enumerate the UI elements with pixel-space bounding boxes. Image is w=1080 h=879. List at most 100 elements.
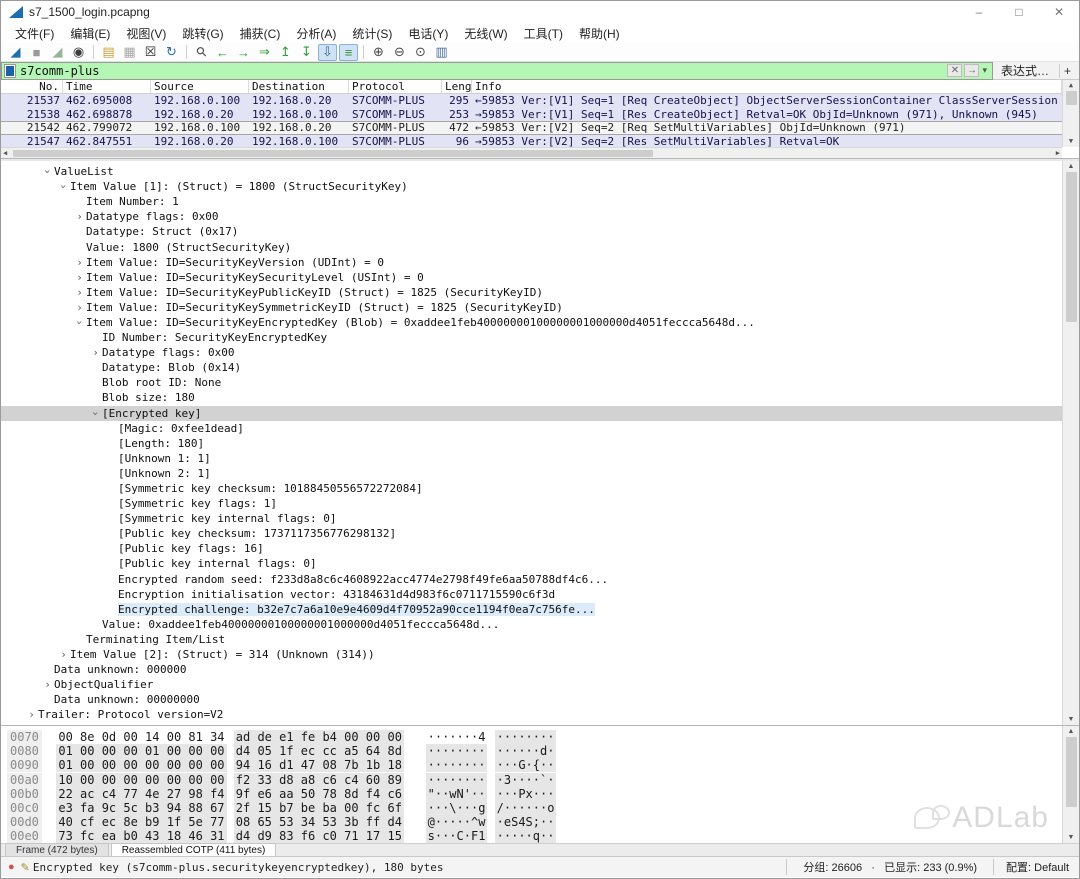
- packet-row[interactable]: 21537462.695008192.168.0.100192.168.0.20…: [1, 94, 1062, 108]
- byte-view-tab-0[interactable]: Frame (472 bytes): [5, 843, 109, 856]
- start-capture-icon[interactable]: ◢: [6, 44, 25, 61]
- collapse-arrow-icon[interactable]: ›: [41, 165, 54, 178]
- tree-item[interactable]: ›Item Value: ID=SecurityKeyPublicKeyID (…: [1, 285, 1062, 300]
- expand-arrow-icon[interactable]: ›: [73, 271, 86, 284]
- filter-apply-icon[interactable]: →: [964, 64, 979, 77]
- expand-arrow-icon[interactable]: ›: [41, 678, 54, 691]
- colorize-icon[interactable]: ≡: [339, 44, 358, 61]
- profile-indicator[interactable]: 配置: Default: [993, 859, 1079, 875]
- column-header-no[interactable]: No.: [1, 80, 63, 93]
- hex-row[interactable]: 00d0 40 cf ec 8e b9 1f 5e 77 08 65 53 34…: [7, 815, 556, 829]
- packet-list-vertical-scrollbar[interactable]: ▲ ▼: [1062, 80, 1079, 147]
- expression-button[interactable]: 表达式…: [993, 62, 1057, 79]
- save-file-icon[interactable]: ▦: [120, 44, 139, 61]
- menu-item-3[interactable]: 跳转(G): [174, 23, 231, 44]
- go-back-icon[interactable]: ←: [213, 44, 232, 61]
- tree-item[interactable]: Value: 1800 (StructSecurityKey): [1, 239, 1062, 254]
- column-header-info[interactable]: Info: [472, 80, 1062, 93]
- reload-file-icon[interactable]: ↻: [162, 44, 181, 61]
- menu-item-1[interactable]: 编辑(E): [62, 23, 118, 44]
- column-header-destination[interactable]: Destination: [249, 80, 349, 93]
- filter-dropdown-icon[interactable]: ▾: [982, 65, 987, 76]
- collapse-arrow-icon[interactable]: ›: [73, 316, 86, 329]
- capture-options-icon[interactable]: ◉: [69, 44, 88, 61]
- zoom-out-icon[interactable]: ⊖: [390, 44, 409, 61]
- capture-comment-icon[interactable]: ✎: [21, 861, 30, 874]
- tree-item[interactable]: [Symmetric key flags: 1]: [1, 496, 1062, 511]
- tree-item[interactable]: ›Item Value: ID=SecurityKeyEncryptedKey …: [1, 315, 1062, 330]
- hex-row[interactable]: 0080 01 00 00 00 01 00 00 00 d4 05 1f ec…: [7, 744, 556, 758]
- tree-item[interactable]: [Symmetric key internal flags: 0]: [1, 511, 1062, 526]
- filter-bookmark-icon[interactable]: [5, 65, 15, 77]
- expert-info-icon[interactable]: ●: [8, 861, 15, 873]
- maximize-button[interactable]: □: [999, 1, 1039, 23]
- tree-item[interactable]: ›Item Value: ID=SecurityKeySymmetricKeyI…: [1, 300, 1062, 315]
- menu-item-6[interactable]: 统计(S): [344, 23, 400, 44]
- tree-item[interactable]: ›Item Value [1]: (Struct) = 1800 (Struct…: [1, 179, 1062, 194]
- tree-item[interactable]: Blob size: 180: [1, 390, 1062, 405]
- detail-tree-scrollbar[interactable]: ▲ ▼: [1062, 161, 1079, 725]
- tree-item[interactable]: Datatype: Struct (0x17): [1, 224, 1062, 239]
- menu-item-0[interactable]: 文件(F): [7, 23, 62, 44]
- column-header-time[interactable]: Time: [63, 80, 151, 93]
- hex-row[interactable]: 0090 01 00 00 00 00 00 00 00 94 16 d1 47…: [7, 758, 556, 772]
- stop-capture-icon[interactable]: ■: [27, 44, 46, 61]
- menu-item-7[interactable]: 电话(Y): [400, 23, 456, 44]
- menu-item-5[interactable]: 分析(A): [288, 23, 344, 44]
- go-top-icon[interactable]: ↥: [276, 44, 295, 61]
- hex-row[interactable]: 0070 00 8e 0d 00 14 00 81 34 ad de e1 fe…: [7, 730, 556, 744]
- byte-view-tab-1[interactable]: Reassembled COTP (411 bytes): [111, 843, 277, 856]
- filter-clear-icon[interactable]: ✕: [947, 64, 962, 77]
- auto-scroll-icon[interactable]: ⇩: [318, 44, 337, 61]
- tree-item[interactable]: [Symmetric key checksum: 101884505565722…: [1, 481, 1062, 496]
- menu-item-8[interactable]: 无线(W): [456, 23, 515, 44]
- expand-arrow-icon[interactable]: ›: [25, 708, 38, 721]
- tree-item[interactable]: [Public key flags: 16]: [1, 541, 1062, 556]
- expand-arrow-icon[interactable]: ›: [73, 286, 86, 299]
- tree-item[interactable]: Encrypted challenge: b32e7c7a6a10e9e4609…: [1, 602, 1062, 617]
- hex-row[interactable]: 00c0 e3 fa 9c 5c b3 94 88 67 2f 15 b7 be…: [7, 801, 556, 815]
- tree-item[interactable]: ›[Encrypted key]: [1, 406, 1062, 421]
- tree-item[interactable]: ›Item Value [2]: (Struct) = 314 (Unknown…: [1, 647, 1062, 662]
- expand-arrow-icon[interactable]: ›: [89, 346, 102, 359]
- hex-row[interactable]: 00e0 73 fc ea b0 43 18 46 31 d4 d9 83 f6…: [7, 829, 556, 843]
- display-filter-input[interactable]: s7comm-plus ✕ → ▾: [1, 62, 993, 80]
- tree-item[interactable]: Encrypted random seed: f233d8a8c6c460892…: [1, 572, 1062, 587]
- tree-item[interactable]: ›Trailer: Protocol version=V2: [1, 707, 1062, 722]
- tree-item[interactable]: Data unknown: 00000000: [1, 692, 1062, 707]
- packet-row[interactable]: 21538462.698878192.168.0.20192.168.0.100…: [1, 108, 1062, 122]
- zoom-original-icon[interactable]: ⊙: [411, 44, 430, 61]
- tree-item[interactable]: Terminating Item/List: [1, 632, 1062, 647]
- go-forward-icon[interactable]: →: [234, 44, 253, 61]
- go-bottom-icon[interactable]: ↧: [297, 44, 316, 61]
- open-file-icon[interactable]: ▤: [99, 44, 118, 61]
- packet-list-horizontal-scrollbar[interactable]: ◀ ▶: [1, 147, 1062, 158]
- tree-item[interactable]: ›ValueList: [1, 164, 1062, 179]
- tree-item[interactable]: [Public key checksum: 173711735677629813…: [1, 526, 1062, 541]
- expand-arrow-icon[interactable]: ›: [57, 648, 70, 661]
- tree-item[interactable]: ›Datatype flags: 0x00: [1, 209, 1062, 224]
- tree-item[interactable]: [Length: 180]: [1, 436, 1062, 451]
- tree-item[interactable]: Data unknown: 000000: [1, 662, 1062, 677]
- tree-item[interactable]: [Magic: 0xfee1dead]: [1, 421, 1062, 436]
- menu-item-10[interactable]: 帮助(H): [571, 23, 628, 44]
- column-header-leng[interactable]: Leng: [442, 80, 472, 93]
- resize-columns-icon[interactable]: ▥: [432, 44, 451, 61]
- tree-item[interactable]: Value: 0xaddee1feb4000000010000000100000…: [1, 617, 1062, 632]
- column-header-source[interactable]: Source: [151, 80, 249, 93]
- tree-item[interactable]: Item Number: 1: [1, 194, 1062, 209]
- tree-item[interactable]: ›Item Value: ID=SecurityKeyVersion (UDIn…: [1, 255, 1062, 270]
- tree-item[interactable]: [Unknown 1: 1]: [1, 451, 1062, 466]
- close-file-icon[interactable]: ☒: [141, 44, 160, 61]
- hex-row[interactable]: 00b0 22 ac c4 77 4e 27 98 f4 9f e6 aa 50…: [7, 787, 556, 801]
- minimize-button[interactable]: –: [959, 1, 999, 23]
- expand-arrow-icon[interactable]: ›: [73, 210, 86, 223]
- menu-item-9[interactable]: 工具(T): [516, 23, 571, 44]
- tree-item[interactable]: ›Item Value: ID=SecurityKeySecurityLevel…: [1, 270, 1062, 285]
- menu-item-4[interactable]: 捕获(C): [232, 23, 289, 44]
- tree-item[interactable]: Encryption initialisation vector: 431846…: [1, 587, 1062, 602]
- bytes-pane-scrollbar[interactable]: ▲ ▼: [1062, 726, 1079, 843]
- go-to-packet-icon[interactable]: ⇒: [255, 44, 274, 61]
- tree-item[interactable]: [Unknown 2: 1]: [1, 466, 1062, 481]
- restart-capture-icon[interactable]: ◢: [48, 44, 67, 61]
